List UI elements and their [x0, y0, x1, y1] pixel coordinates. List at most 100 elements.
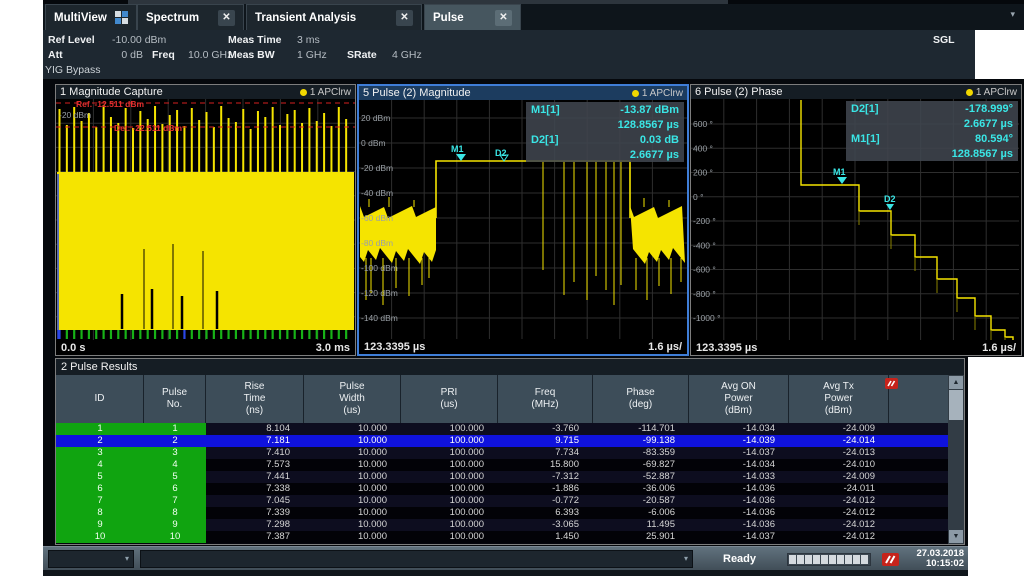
col-pri: PRI (us)	[401, 375, 498, 423]
ref-level-value[interactable]: -10.00 dBm	[112, 34, 166, 46]
x-stop: 3.0 ms	[316, 342, 350, 354]
table-row[interactable]: 118.10410.000100.000-3.760-114.701-14.03…	[56, 423, 948, 435]
marker-m1-icon[interactable]	[837, 177, 847, 184]
marker-d2-label[interactable]: D2	[884, 194, 896, 204]
table-cell: -14.037	[689, 447, 789, 459]
pulse-magnitude-plot[interactable]: 20 dBm0 dBm-20 dBm-40 dBm-60 dBm-80 dBm-…	[359, 100, 687, 342]
table-cell: -24.014	[789, 435, 889, 447]
marker-m1-icon[interactable]	[456, 154, 466, 161]
status-time: 10:15:02	[916, 559, 964, 569]
screen: MultiView Spectrum ✕ Transient Analysis …	[0, 0, 1024, 576]
y-tick-label: -20 dBm	[361, 163, 393, 173]
table-row[interactable]: 447.57310.000100.00015.800-69.827-14.034…	[56, 459, 948, 471]
table-row[interactable]: 337.41010.000100.0007.734-83.359-14.037-…	[56, 447, 948, 459]
table-cell: 100.000	[401, 423, 498, 435]
window-magnitude-capture[interactable]: 1 Magnitude Capture 1 APClrw Ref. -12.51…	[55, 84, 356, 356]
x-start: 123.3395 µs	[696, 342, 757, 354]
window-title: 6 Pulse (2) Phase	[695, 86, 782, 98]
tab-multiview[interactable]: MultiView	[45, 4, 137, 30]
table-row[interactable]: 10107.38710.000100.0001.45025.901-14.037…	[56, 531, 948, 543]
close-icon[interactable]: ✕	[495, 10, 512, 26]
table-cell: -14.037	[689, 531, 789, 543]
close-icon[interactable]: ✕	[218, 10, 235, 26]
tab-spectrum[interactable]: Spectrum ✕	[137, 4, 244, 30]
table-cell: -14.039	[689, 435, 789, 447]
srate-value[interactable]: 4 GHz	[392, 49, 422, 61]
table-cell: 100.000	[401, 483, 498, 495]
table-cell: -20.587	[593, 495, 689, 507]
tab-overflow-icon[interactable]: ▾	[1010, 9, 1015, 20]
meas-bw-value[interactable]: 1 GHz	[297, 49, 327, 61]
freq-value[interactable]: 10.0 GHz	[188, 49, 232, 61]
table-cell-filler	[889, 471, 948, 483]
marker-m1-label[interactable]: M1	[833, 167, 846, 177]
window-title-bar[interactable]: 1 Magnitude Capture 1 APClrw	[56, 85, 355, 99]
x-axis-bar: 123.3395 µs 1.6 µs/	[359, 339, 687, 354]
window-title-bar[interactable]: 5 Pulse (2) Magnitude 1 APClrw	[359, 86, 687, 100]
att-value[interactable]: 0 dB	[103, 49, 143, 61]
table-cell: -24.010	[789, 459, 889, 471]
table-cell: 5	[56, 471, 144, 483]
progress-segment	[797, 555, 804, 564]
table-cell: -24.013	[789, 447, 889, 459]
marker-readout-panel: D2[1]-178.999° 2.6677 µs M1[1]80.594° 12…	[846, 101, 1018, 161]
table-cell: -14.036	[689, 495, 789, 507]
window-title-bar[interactable]: 2 Pulse Results	[56, 359, 964, 375]
meas-time-label[interactable]: Meas Time	[228, 34, 282, 46]
meas-time-value[interactable]: 3 ms	[297, 34, 320, 46]
table-row[interactable]: 667.33810.000100.000-1.886-36.006-14.036…	[56, 483, 948, 495]
att-label[interactable]: Att	[48, 49, 63, 61]
x-axis-bar: 0.0 s 3.0 ms	[56, 340, 355, 355]
ref-level-label[interactable]: Ref Level	[48, 34, 95, 46]
col-freq: Freq (MHz)	[498, 375, 593, 423]
srate-label[interactable]: SRate	[347, 49, 377, 61]
table-cell: 10.000	[304, 435, 401, 447]
scroll-down-icon[interactable]: ▼	[949, 530, 963, 543]
meas-bw-label[interactable]: Meas BW	[228, 49, 275, 61]
table-cell: 7.338	[206, 483, 304, 495]
tab-transient-analysis[interactable]: Transient Analysis ✕	[246, 4, 422, 30]
table-cell: 7.298	[206, 519, 304, 531]
window-title-bar[interactable]: 6 Pulse (2) Phase 1 APClrw	[691, 85, 1021, 99]
table-cell: 10.000	[304, 423, 401, 435]
status-dropdown[interactable]: ▾	[48, 550, 134, 568]
table-row[interactable]: 777.04510.000100.000-0.772-20.587-14.036…	[56, 495, 948, 507]
scroll-thumb[interactable]	[949, 390, 963, 420]
table-row[interactable]: 997.29810.000100.000-3.06511.495-14.036-…	[56, 519, 948, 531]
table-cell: 7.387	[206, 531, 304, 543]
table-cell: -24.011	[789, 483, 889, 495]
table-cell: 7.573	[206, 459, 304, 471]
marker-readout-panel: M1[1]-13.87 dBm 128.8567 µs D2[1]0.03 dB…	[526, 102, 684, 162]
tab-label: Pulse	[433, 12, 464, 24]
pulse-phase-plot[interactable]: 600 °400 °200 °0 °-200 °-400 °-600 °-800…	[691, 99, 1021, 341]
marker-d2-icon[interactable]	[886, 204, 894, 210]
scroll-up-icon[interactable]: ▲	[949, 376, 963, 389]
table-cell: 7.410	[206, 447, 304, 459]
table-row[interactable]: 887.33910.000100.0006.393-6.006-14.036-2…	[56, 507, 948, 519]
table-cell: 100.000	[401, 471, 498, 483]
y-tick-label: -140 dBm	[361, 313, 398, 323]
x-start: 123.3395 µs	[364, 341, 425, 353]
window-pulse-phase[interactable]: 6 Pulse (2) Phase 1 APClrw 600 °400 °200…	[690, 84, 1022, 356]
marker-m1-label[interactable]: M1	[451, 144, 464, 154]
table-cell: 10	[56, 531, 144, 543]
freq-label[interactable]: Freq	[152, 49, 175, 61]
bottom-strip	[43, 570, 968, 576]
window-title: 2 Pulse Results	[61, 361, 137, 373]
y-tick-label: 0 dBm	[361, 138, 386, 148]
table-row[interactable]: 227.18110.000100.0009.715-99.138-14.039-…	[56, 435, 948, 447]
table-band: 2 Pulse Results ID Pulse No. Rise Time (…	[43, 357, 968, 546]
table-header-red-icon[interactable]	[885, 378, 898, 389]
window-pulse-magnitude[interactable]: 5 Pulse (2) Magnitude 1 APClrw 20 dBm0 d…	[357, 84, 689, 356]
table-cell: 10.000	[304, 471, 401, 483]
table-row[interactable]: 557.44110.000100.000-7.312-52.887-14.033…	[56, 471, 948, 483]
status-message-field[interactable]: ▾	[140, 550, 693, 568]
tab-pulse[interactable]: Pulse ✕	[424, 4, 521, 30]
table-cell: 10.000	[304, 459, 401, 471]
yig-bypass-label[interactable]: YIG Bypass	[45, 64, 100, 76]
close-icon[interactable]: ✕	[396, 10, 413, 26]
table-scrollbar[interactable]: ▲ ▼	[948, 375, 964, 544]
col-pulse-width: Pulse Width (us)	[304, 375, 401, 423]
magnitude-capture-plot[interactable]: Ref. -12.511 dBm Det. -22.511 dBm -20 dB…	[56, 99, 355, 341]
table-cell: 10.000	[304, 483, 401, 495]
